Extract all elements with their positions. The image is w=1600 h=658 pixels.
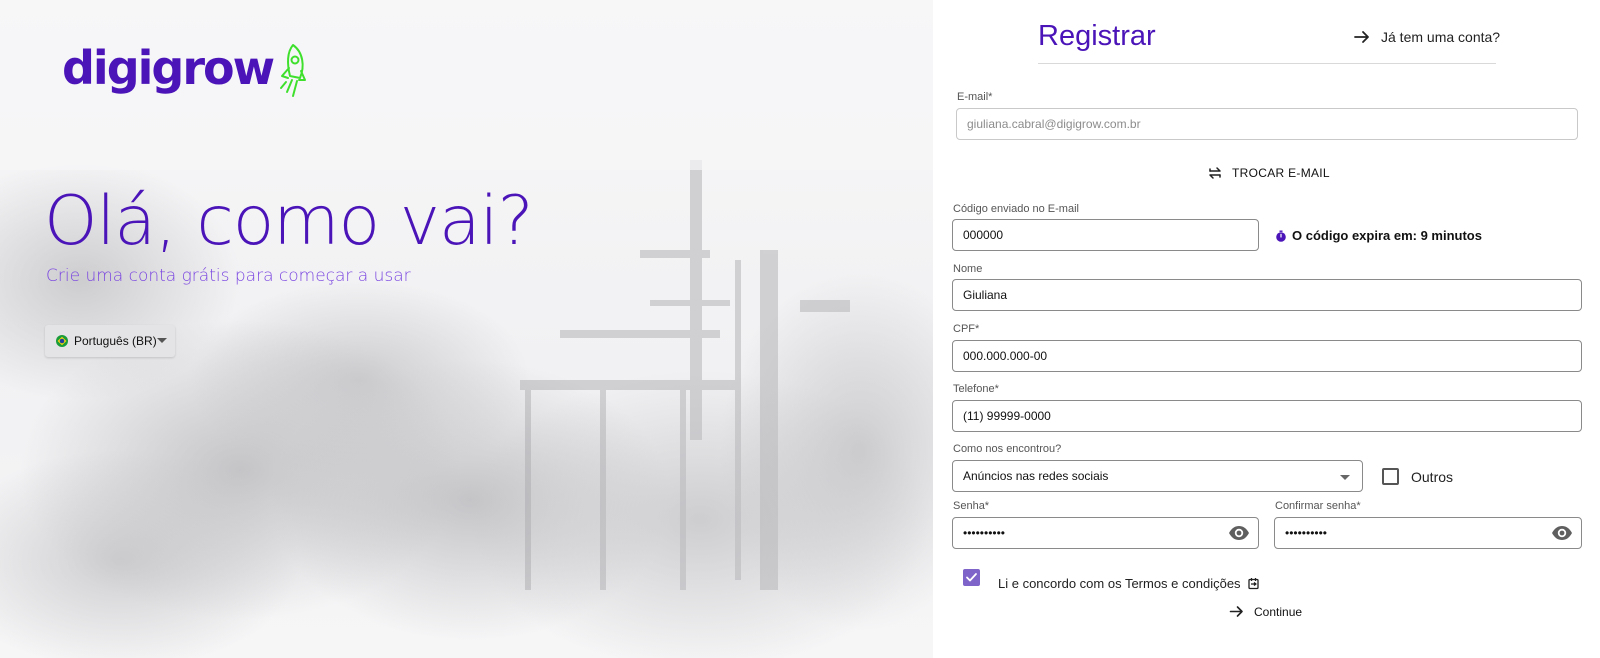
language-select[interactable]: Português (BR) — [45, 325, 175, 357]
title-divider — [1038, 63, 1496, 64]
language-select-value: Português (BR) — [74, 334, 157, 348]
code-field[interactable]: 000000 — [952, 219, 1259, 251]
code-value: 000000 — [963, 228, 1004, 242]
email-value: giuliana.cabral@digigrow.com.br — [967, 117, 1141, 131]
swap-icon — [1209, 167, 1221, 179]
phone-label: Telefone* — [953, 383, 999, 395]
eye-icon[interactable] — [1228, 525, 1250, 541]
cpf-field[interactable]: 000.000.000-00 — [952, 340, 1582, 372]
brand-logo-text: digigrow — [62, 41, 275, 95]
source-select[interactable]: Anúncios nas redes sociais — [952, 460, 1363, 492]
page-title: Registrar — [1038, 20, 1156, 52]
checkmark-icon — [966, 573, 977, 582]
name-field[interactable]: Giuliana — [952, 279, 1582, 311]
login-link-label: Já tem uma conta? — [1381, 29, 1501, 45]
code-expiry-notice: O código expira em: 9 minutos — [1275, 228, 1482, 243]
confirm-password-label: Confirmar senha* — [1275, 500, 1361, 512]
chevron-down-icon — [1340, 475, 1350, 480]
password-value: •••••••••• — [963, 526, 1006, 540]
others-checkbox[interactable] — [1382, 468, 1399, 485]
others-label: Outros — [1411, 469, 1454, 485]
terms-label: Li e concordo com os Termos e condições — [998, 576, 1241, 591]
brand-logo: digigrow — [62, 40, 309, 100]
hero-panel: digigrow Olá, como vai? Crie uma conta g… — [0, 0, 933, 658]
email-label: E-mail* — [957, 91, 993, 103]
code-expiry-text: O código expira em: 9 minutos — [1292, 228, 1482, 243]
cpf-label: CPF* — [953, 323, 980, 335]
eye-icon[interactable] — [1551, 525, 1573, 541]
cpf-value: 000.000.000-00 — [963, 349, 1048, 363]
phone-value: (11) 99999-0000 — [963, 409, 1051, 423]
continue-label: Continue — [1254, 604, 1303, 619]
swap-email-label: TROCAR E-MAIL — [1232, 166, 1330, 180]
hero-headline: Olá, como vai? — [44, 182, 534, 261]
password-label: Senha* — [953, 500, 990, 512]
register-panel: Registrar Já tem uma conta? E-mail* giul… — [933, 0, 1600, 658]
phone-field[interactable]: (11) 99999-0000 — [952, 400, 1582, 432]
name-value: Giuliana — [963, 288, 1008, 302]
terms-link[interactable]: Li e concordo com os Termos e condições — [998, 576, 1260, 591]
email-field[interactable]: giuliana.cabral@digigrow.com.br — [956, 108, 1578, 140]
continue-button[interactable]: Continue — [1229, 604, 1302, 619]
confirm-password-value: •••••••••• — [1285, 526, 1328, 540]
password-field[interactable]: •••••••••• — [952, 517, 1259, 549]
hero-subline: Crie uma conta grátis para começar a usa… — [46, 266, 411, 286]
brazil-flag-icon — [56, 335, 68, 347]
arrow-right-icon — [1229, 606, 1243, 617]
rocket-icon — [280, 44, 307, 97]
confirm-password-field[interactable]: •••••••••• — [1274, 517, 1582, 549]
timer-icon — [1276, 230, 1286, 242]
terms-checkbox[interactable] — [963, 569, 980, 586]
swap-email-button[interactable]: TROCAR E-MAIL — [1208, 166, 1330, 180]
login-link[interactable]: Já tem uma conta? — [1353, 28, 1500, 46]
code-label: Código enviado no E-mail — [953, 203, 1079, 215]
arrow-right-icon — [1354, 31, 1369, 43]
chevron-down-icon — [157, 338, 167, 343]
name-label: Nome — [953, 263, 983, 275]
source-value: Anúncios nas redes sociais — [963, 469, 1109, 483]
open-document-icon — [1247, 578, 1259, 590]
source-label: Como nos encontrou? — [953, 443, 1062, 455]
